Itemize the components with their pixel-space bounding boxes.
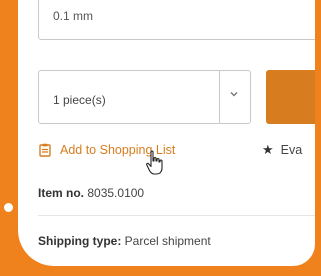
quantity-value: 1 piece(s) (53, 93, 106, 107)
decorative-dot (4, 203, 13, 212)
shipping-type-value: Parcel shipment (124, 234, 211, 248)
thickness-value: 0.1 mm (53, 9, 94, 23)
quantity-select[interactable]: 1 piece(s) (38, 70, 251, 124)
add-to-cart-button[interactable]: A (266, 70, 315, 124)
item-number-row: Item no. 8035.0100 (38, 186, 144, 200)
item-number-label: Item no. (38, 186, 85, 200)
item-number-value: 8035.0100 (87, 186, 145, 200)
thickness-select[interactable]: 0.1 mm (38, 0, 315, 40)
clipboard-list-icon (38, 143, 52, 157)
evaluate-label: Eva (280, 143, 303, 157)
shipping-type-row: Shipping type: Parcel shipment (38, 234, 211, 248)
evaluate-link[interactable]: ★ Eva (262, 140, 302, 160)
product-panel: 0.1 mm 1 piece(s) A Add to Shopping List… (18, 0, 315, 266)
divider (38, 215, 315, 216)
star-icon: ★ (262, 142, 274, 157)
chevron-down-icon[interactable] (229, 89, 239, 102)
shipping-type-label: Shipping type: (38, 234, 122, 248)
quantity-divider (219, 71, 220, 123)
hand-pointer-icon (145, 150, 165, 176)
